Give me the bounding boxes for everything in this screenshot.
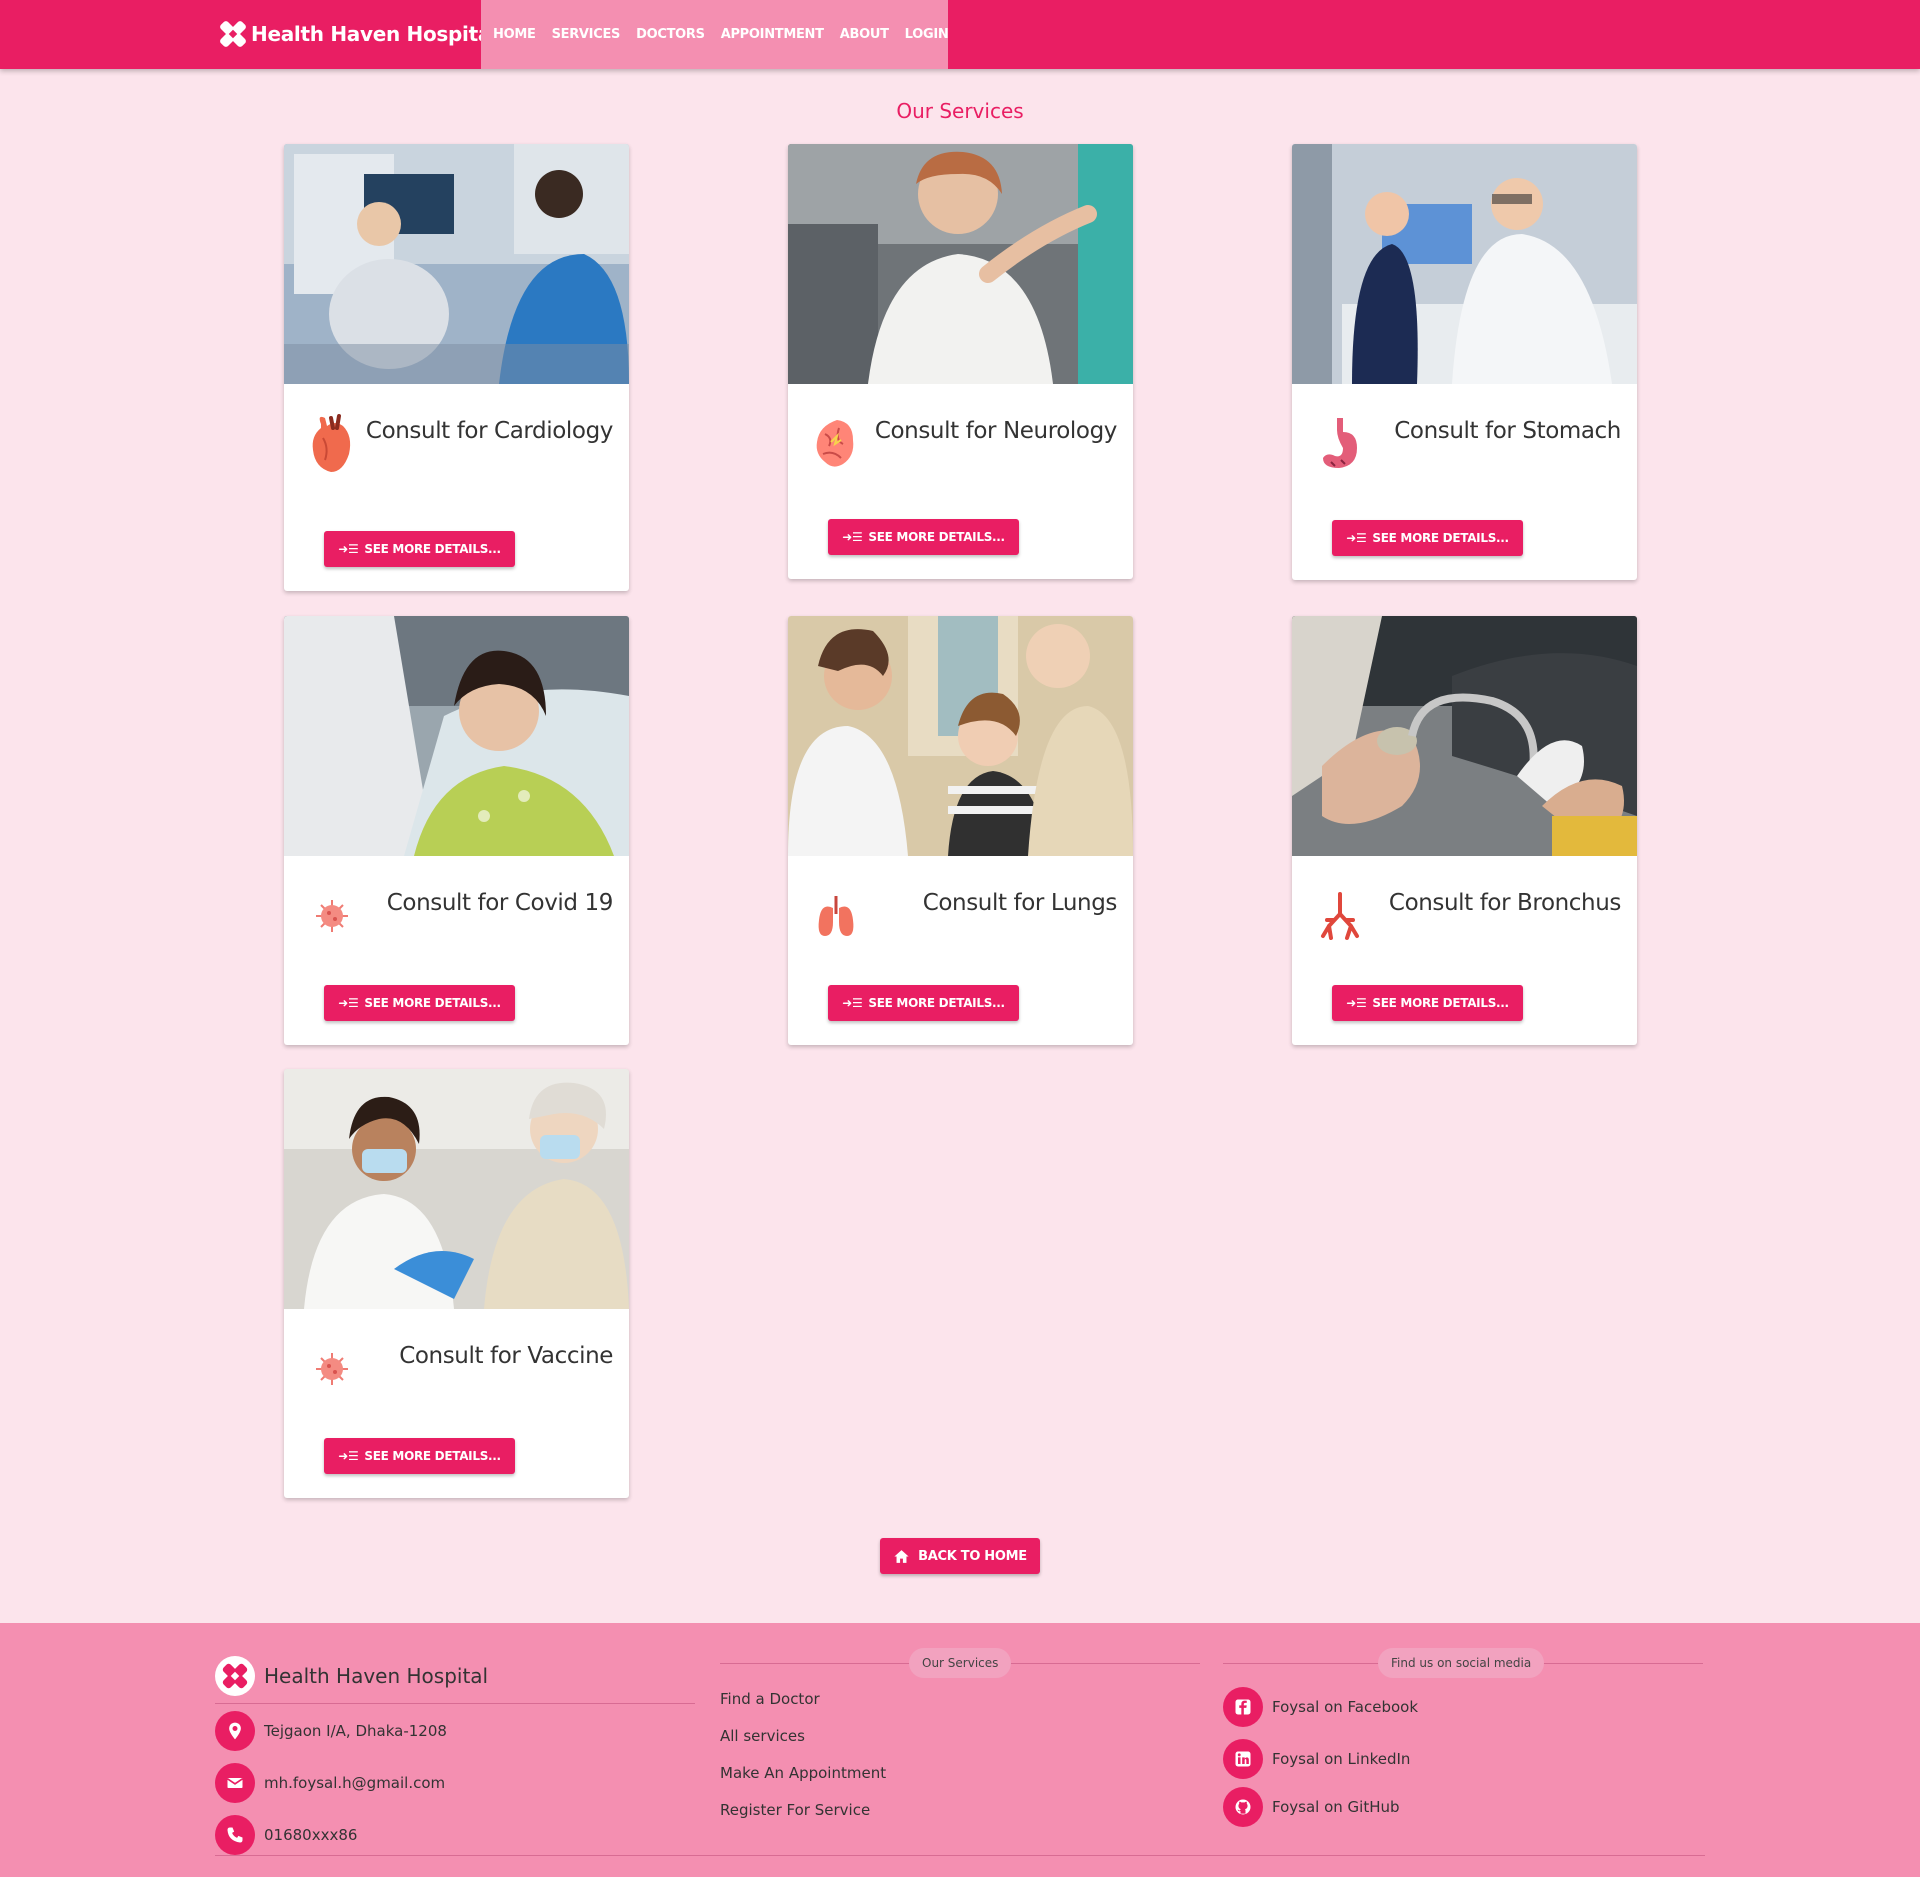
service-title: Consult for Vaccine <box>399 1343 613 1369</box>
hospital-logo-icon <box>220 21 246 47</box>
address-text: Tejgaon I/A, Dhaka-1208 <box>264 1722 447 1740</box>
nav-doctors[interactable]: DOCTORS <box>636 27 705 42</box>
brain-icon <box>812 414 860 478</box>
hospital-logo-icon <box>215 1656 255 1696</box>
nav-about[interactable]: ABOUT <box>840 27 889 42</box>
arrow-list-icon: ➜☰ <box>842 530 863 544</box>
nav-home[interactable]: HOME <box>493 27 536 42</box>
service-photo <box>788 144 1133 384</box>
github-link-text: Foysal on GitHub <box>1272 1798 1400 1816</box>
footer-bottom-rule <box>215 1855 1705 1856</box>
phone-icon <box>215 1815 255 1855</box>
see-more-details-button[interactable]: ➜☰ SEE MORE DETAILS... <box>324 985 515 1021</box>
see-more-details-button[interactable]: ➜☰ SEE MORE DETAILS... <box>324 1438 515 1474</box>
see-more-details-button[interactable]: ➜☰ SEE MORE DETAILS... <box>324 531 515 567</box>
social-facebook[interactable]: Foysal on Facebook <box>1223 1687 1418 1727</box>
service-card-bronchus: Consult for Bronchus ➜☰ SEE MORE DETAILS… <box>1292 616 1637 1045</box>
see-more-details-button[interactable]: ➜☰ SEE MORE DETAILS... <box>1332 520 1523 556</box>
arrow-list-icon: ➜☰ <box>1346 531 1367 545</box>
facebook-link-text: Foysal on Facebook <box>1272 1698 1419 1716</box>
phone-text: 01680xxx86 <box>264 1826 358 1844</box>
arrow-list-icon: ➜☰ <box>338 996 359 1010</box>
service-card-covid19: Consult for Covid 19 ➜☰ SEE MORE DETAILS… <box>284 616 629 1045</box>
github-icon <box>1223 1787 1263 1827</box>
location-pin-icon <box>215 1711 255 1751</box>
footer-brand[interactable]: Health Haven Hospital <box>215 1656 488 1696</box>
page-title: Our Services <box>896 99 1024 123</box>
stomach-icon <box>1316 414 1364 478</box>
social-heading-chip: Find us on social media <box>1378 1648 1545 1678</box>
bronchus-icon <box>1316 886 1364 950</box>
arrow-list-icon: ➜☰ <box>338 542 359 556</box>
service-photo <box>284 616 629 856</box>
service-title: Consult for Neurology <box>874 418 1118 444</box>
facebook-icon <box>1223 1687 1263 1727</box>
service-photo <box>788 616 1133 856</box>
footer-divider <box>215 1703 695 1704</box>
see-more-details-button[interactable]: ➜☰ SEE MORE DETAILS... <box>828 985 1019 1021</box>
service-photo <box>284 144 629 384</box>
footer-link-make-appointment[interactable]: Make An Appointment <box>720 1764 886 1782</box>
brand-logo-link[interactable]: Health Haven Hospital <box>217 18 498 50</box>
arrow-list-icon: ➜☰ <box>338 1449 359 1463</box>
linkedin-link-text: Foysal on LinkedIn <box>1272 1750 1411 1768</box>
arrow-list-icon: ➜☰ <box>1346 996 1367 1010</box>
top-navbar: Health Haven Hospital HOME SERVICES DOCT… <box>0 0 1920 69</box>
email-text[interactable]: mh.foysal.h@gmail.com <box>264 1774 445 1792</box>
service-card-stomach: Consult for Stomach ➜☰ SEE MORE DETAILS.… <box>1292 144 1637 580</box>
service-card-vaccine: Consult for Vaccine ➜☰ SEE MORE DETAILS.… <box>284 1069 629 1498</box>
virus-icon <box>308 886 356 950</box>
heart-icon <box>308 414 356 478</box>
social-linkedin[interactable]: Foysal on LinkedIn <box>1223 1739 1410 1779</box>
social-github[interactable]: Foysal on GitHub <box>1223 1787 1400 1827</box>
footer: Health Haven Hospital Tejgaon I/A, Dhaka… <box>0 1623 1920 1877</box>
virus-icon <box>308 1339 356 1403</box>
nav-menu: HOME SERVICES DOCTORS APPOINTMENT ABOUT … <box>481 0 949 69</box>
mail-icon <box>215 1763 255 1803</box>
service-title: Consult for Bronchus <box>1388 890 1621 916</box>
see-more-details-button[interactable]: ➜☰ SEE MORE DETAILS... <box>828 519 1019 555</box>
home-icon <box>894 1549 909 1563</box>
footer-link-find-doctor[interactable]: Find a Doctor <box>720 1690 820 1708</box>
service-card-cardiology: Consult for Cardiology ➜☰ SEE MORE DETAI… <box>284 144 629 591</box>
email-item: mh.foysal.h@gmail.com <box>215 1763 445 1803</box>
services-heading-chip: Our Services <box>909 1648 1012 1678</box>
service-title: Consult for Lungs <box>922 890 1118 916</box>
service-title: Consult for Stomach <box>1394 418 1621 444</box>
service-title: Consult for Cardiology <box>365 418 613 444</box>
footer-link-all-services[interactable]: All services <box>720 1727 805 1745</box>
brand-name: Health Haven Hospital <box>251 22 498 46</box>
lungs-icon <box>812 886 860 950</box>
phone-item: 01680xxx86 <box>215 1815 357 1855</box>
service-photo <box>1292 616 1637 856</box>
footer-link-register-service[interactable]: Register For Service <box>720 1801 870 1819</box>
address-item: Tejgaon I/A, Dhaka-1208 <box>215 1711 447 1751</box>
service-title: Consult for Covid 19 <box>386 890 614 916</box>
nav-services[interactable]: SERVICES <box>552 27 621 42</box>
service-card-neurology: Consult for Neurology ➜☰ SEE MORE DETAIL… <box>788 144 1133 579</box>
back-to-home-button[interactable]: BACK TO HOME <box>880 1538 1040 1574</box>
linkedin-icon <box>1223 1739 1263 1779</box>
service-photo <box>1292 144 1637 384</box>
nav-login[interactable]: LOGIN <box>905 27 949 42</box>
nav-appointment[interactable]: APPOINTMENT <box>721 27 824 42</box>
service-photo <box>284 1069 629 1309</box>
footer-brand-name: Health Haven Hospital <box>264 1664 489 1688</box>
service-card-lungs: Consult for Lungs ➜☰ SEE MORE DETAILS... <box>788 616 1133 1045</box>
see-more-details-button[interactable]: ➜☰ SEE MORE DETAILS... <box>1332 985 1523 1021</box>
arrow-list-icon: ➜☰ <box>842 996 863 1010</box>
